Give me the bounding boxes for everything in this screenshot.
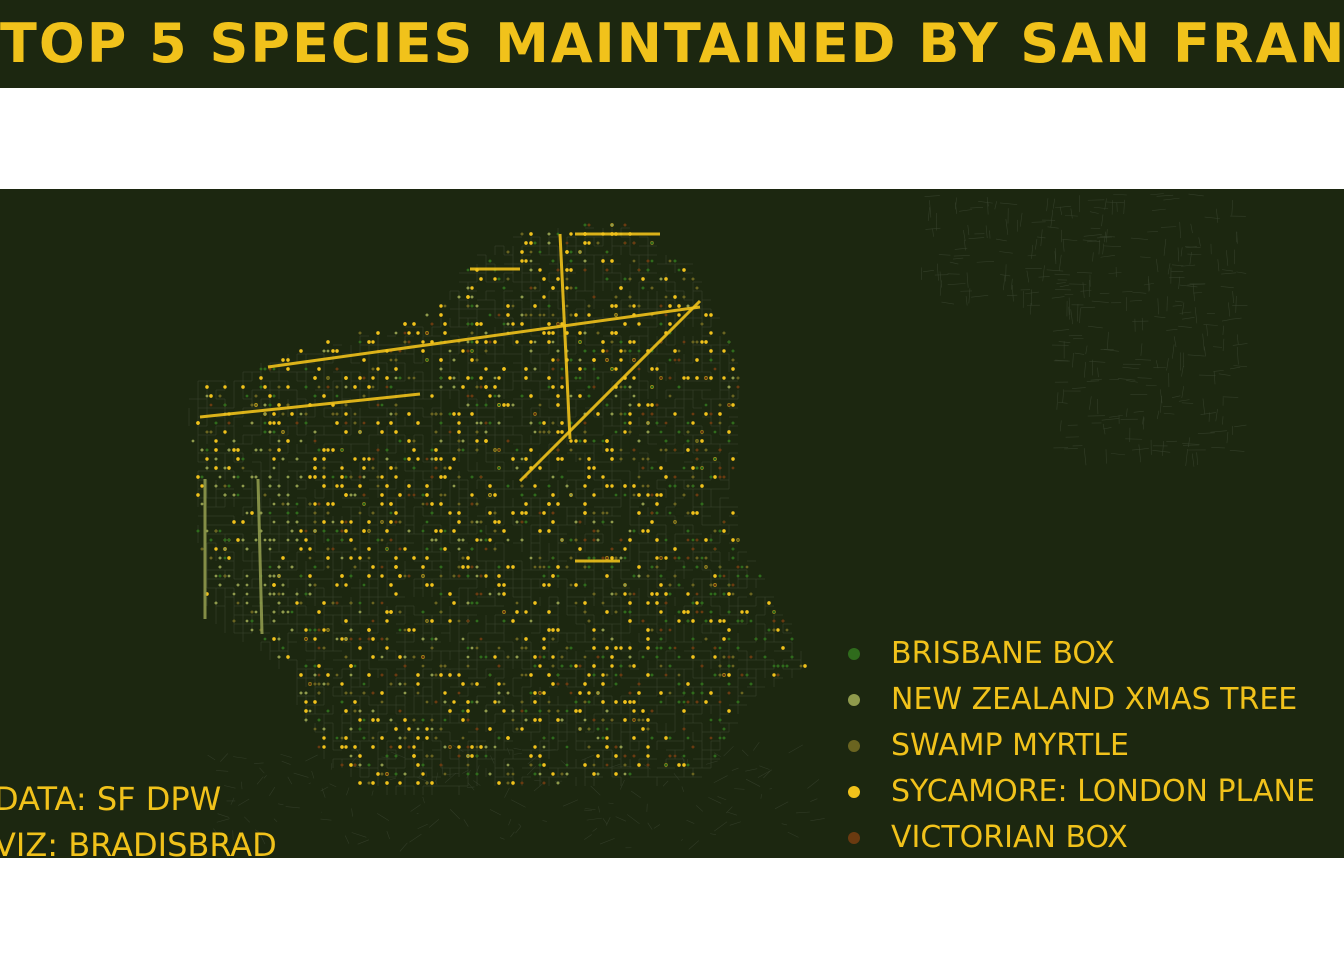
legend-dot-swamp-myrtle — [848, 740, 860, 752]
legend-label: SWAMP MYRTLE — [891, 728, 1129, 763]
title-banner: TOP 5 SPECIES MAINTAINED BY SAN FRANCISC… — [0, 0, 1344, 88]
legend-dot-victorian-box — [848, 832, 860, 844]
legend-label: SYCAMORE: LONDON PLANE — [891, 774, 1315, 809]
map-panel: BRISBANE BOX NEW ZEALAND XMAS TREE SWAMP… — [0, 189, 1344, 858]
legend-dot-new-zealand-xmas-tree — [848, 694, 860, 706]
legend-label: NEW ZEALAND XMAS TREE — [891, 682, 1298, 717]
page-title: TOP 5 SPECIES MAINTAINED BY SAN FRANCISC… — [0, 12, 1344, 75]
data-source-caption: DATA: SF DPW — [0, 780, 222, 818]
legend-label: VICTORIAN BOX — [891, 820, 1128, 855]
east-bay-street-network — [921, 193, 1248, 467]
tree-point-layer — [191, 223, 807, 785]
legend-label: BRISBANE BOX — [891, 636, 1115, 671]
street-tree-map — [188, 193, 1248, 852]
legend-dot-sycamore-london-plane — [848, 786, 860, 798]
legend-dot-brisbane-box — [848, 648, 860, 660]
viz-credit-caption: VIZ: BRADISBRAD — [0, 826, 277, 858]
